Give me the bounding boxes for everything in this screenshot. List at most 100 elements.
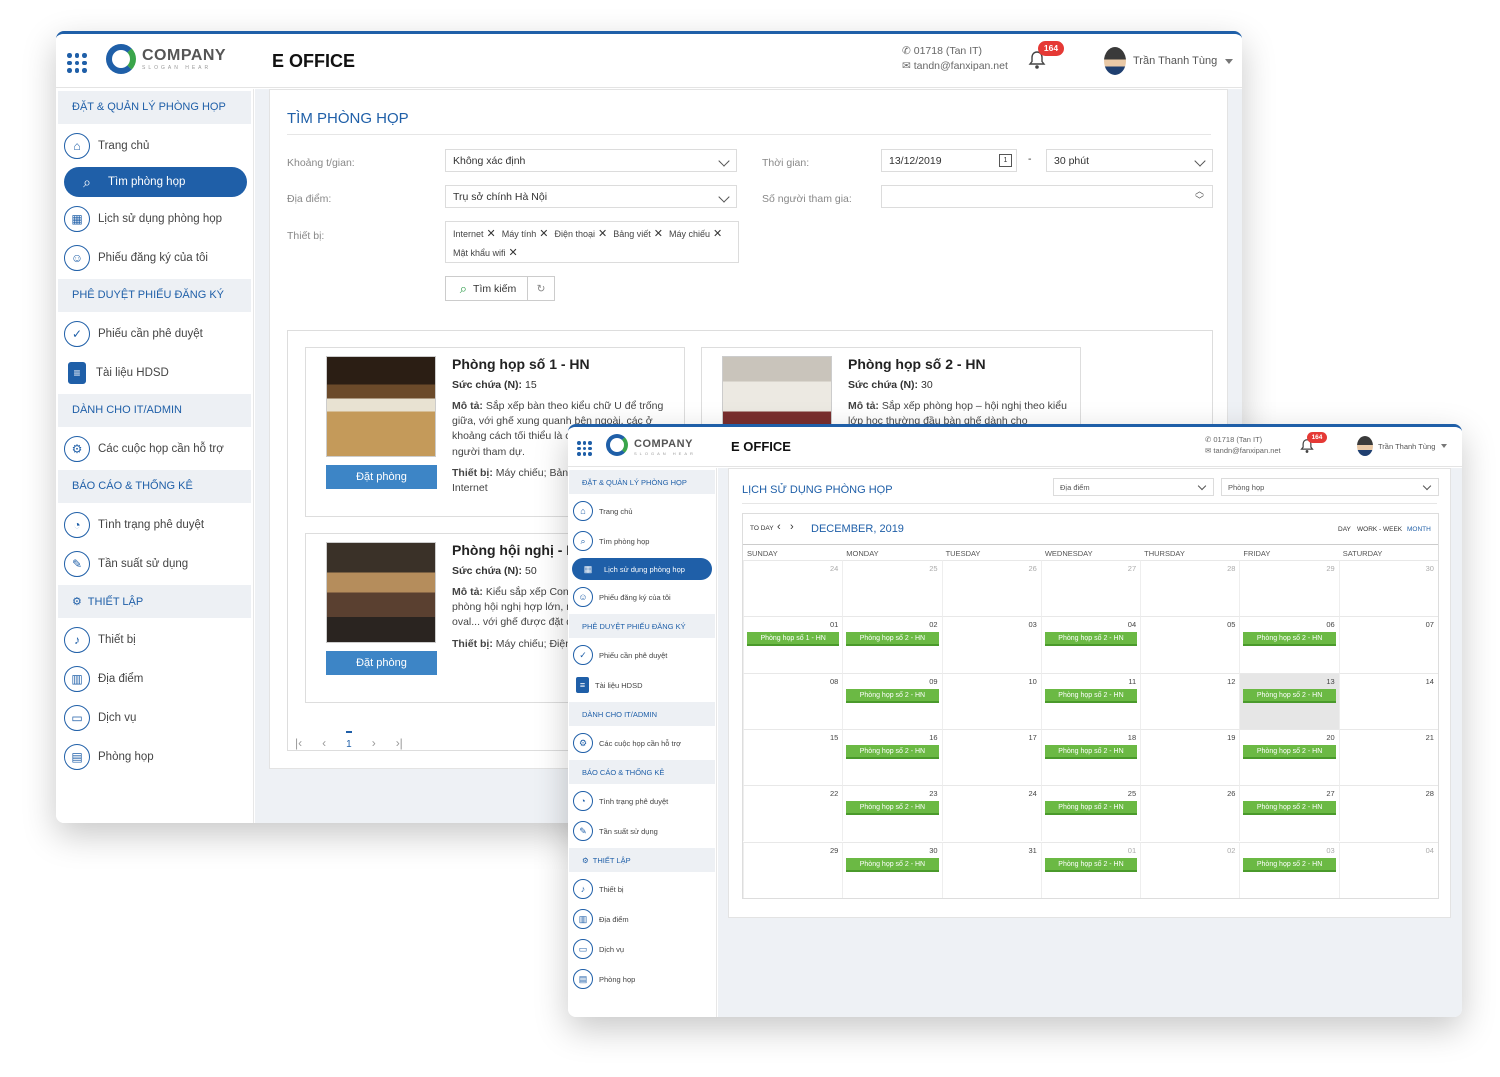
interval-select[interactable]: Không xác định — [445, 149, 737, 172]
day-cell[interactable]: 31 — [941, 841, 1041, 898]
booking-event[interactable]: Phòng họp số 2 - HN — [846, 857, 939, 872]
sidebar-item-find-room[interactable]: ⌕ Tìm phòng họp — [569, 526, 715, 556]
day-cell[interactable]: 02 — [1140, 841, 1240, 898]
remove-tag-icon[interactable]: ✕ — [539, 227, 548, 240]
day-cell[interactable]: 04 Phòng họp số 2 - HN — [1040, 616, 1141, 673]
day-cell[interactable]: 04 — [1338, 841, 1438, 898]
book-room-button[interactable]: Đặt phòng — [326, 651, 437, 675]
booking-event[interactable]: Phòng họp số 2 - HN — [846, 688, 939, 703]
day-cell[interactable]: 21 — [1338, 728, 1438, 786]
last-page-icon[interactable]: ›| — [396, 736, 403, 750]
view-month[interactable]: MONTH — [1407, 526, 1431, 533]
sidebar-item-rooms[interactable]: ▤ Phòng họp — [569, 964, 715, 994]
today-button[interactable]: TO DAY — [750, 525, 774, 532]
day-cell[interactable]: 08 — [743, 672, 843, 729]
day-cell[interactable]: 14 — [1338, 672, 1438, 729]
place-select[interactable]: Trụ sở chính Hà Nội — [445, 185, 737, 208]
day-cell[interactable]: 25 Phòng họp số 2 - HN — [1040, 785, 1141, 842]
sidebar-item-home[interactable]: ⌂ Trang chủ — [569, 496, 715, 526]
sidebar-item-services[interactable]: ▭ Dịch vụ — [569, 934, 715, 964]
day-cell[interactable]: 11 Phòng họp số 2 - HN — [1040, 672, 1141, 729]
day-cell[interactable]: 27 Phòng họp số 2 - HN — [1239, 785, 1339, 842]
remove-tag-icon[interactable]: ✕ — [509, 246, 518, 259]
day-cell[interactable]: 03 Phòng họp số 2 - HN — [1239, 841, 1339, 898]
booking-event[interactable]: Phòng họp số 1 - HN — [747, 632, 840, 647]
date-input[interactable]: 13/12/2019 1 — [881, 149, 1017, 172]
sidebar-item-my-forms[interactable]: ☺ Phiếu đăng ký của tôi — [58, 238, 251, 277]
sidebar-item-locations[interactable]: ▥ Địa điểm — [569, 904, 715, 934]
user-menu[interactable]: Trần Thanh Tùng — [1357, 436, 1448, 456]
day-cell[interactable]: 05 — [1140, 616, 1240, 673]
sidebar-item-support-meetings[interactable]: ⚙ Các cuộc họp cần hỗ trợ — [58, 429, 251, 468]
booking-event[interactable]: Phòng họp số 2 - HN — [1044, 632, 1138, 647]
sidebar-item-devices[interactable]: ♪ Thiết bị — [569, 874, 715, 904]
remove-tag-icon[interactable]: ✕ — [654, 227, 663, 240]
day-cell[interactable]: 22 — [743, 785, 843, 842]
book-room-button[interactable]: Đặt phòng — [326, 465, 437, 489]
next-page-icon[interactable]: › — [372, 736, 376, 750]
sidebar-item-rooms[interactable]: ▤ Phòng họp — [58, 737, 251, 776]
day-cell[interactable]: 15 — [743, 728, 843, 786]
remove-tag-icon[interactable]: ✕ — [487, 227, 496, 240]
booking-event[interactable]: Phòng họp số 2 - HN — [1044, 857, 1138, 872]
booking-event[interactable]: Phòng họp số 2 - HN — [1243, 857, 1336, 872]
booking-event[interactable]: Phòng họp số 2 - HN — [1243, 801, 1336, 816]
duration-select[interactable]: 30 phút — [1046, 149, 1213, 172]
sidebar-item-room-history[interactable]: ▦ Lịch sử dụng phòng họp — [572, 558, 712, 580]
booking-event[interactable]: Phòng họp số 2 - HN — [1044, 688, 1138, 703]
day-cell[interactable]: 24 — [941, 785, 1041, 842]
sidebar-item-support-meetings[interactable]: ⚙ Các cuộc họp cần hỗ trợ — [569, 728, 715, 758]
sidebar-item-usage-frequency[interactable]: ✎ Tần suất sử dụng — [569, 816, 715, 846]
booking-event[interactable]: Phòng họp số 2 - HN — [846, 801, 939, 816]
sidebar-item-devices[interactable]: ♪ Thiết bị — [58, 620, 251, 659]
sidebar-item-pending-approval[interactable]: ✓ Phiếu cần phê duyệt — [58, 314, 251, 353]
sidebar-item-my-forms[interactable]: ☺ Phiếu đăng ký của tôi — [569, 582, 715, 612]
booking-event[interactable]: Phòng họp số 2 - HN — [846, 632, 939, 647]
day-cell[interactable]: 20 Phòng họp số 2 - HN — [1239, 728, 1339, 786]
day-cell[interactable]: 16 Phòng họp số 2 - HN — [842, 728, 942, 786]
place-filter-select[interactable]: Địa điểm — [1053, 478, 1214, 496]
sidebar-item-pending-approval[interactable]: ✓ Phiếu cần phê duyệt — [569, 640, 715, 670]
day-cell[interactable]: 12 — [1140, 672, 1240, 729]
first-page-icon[interactable]: |‹ — [295, 736, 302, 750]
sidebar-item-locations[interactable]: ▥ Địa điểm — [58, 659, 251, 698]
day-cell[interactable]: 26 — [1140, 785, 1240, 842]
equipment-tag-input[interactable]: Internet ✕ Máy tính ✕ Điện thoại ✕ Bảng viết ✕ M… — [445, 221, 739, 263]
day-cell[interactable]: 30 Phòng họp số 2 - HN — [842, 841, 942, 898]
day-cell[interactable]: 17 — [941, 728, 1041, 786]
day-cell[interactable]: 02 Phòng họp số 2 - HN — [842, 616, 942, 673]
sidebar-item-user-guide[interactable]: ≡ Tài liệu HDSD — [58, 353, 251, 392]
day-cell[interactable]: 18 Phòng họp số 2 - HN — [1040, 728, 1141, 786]
view-work-week[interactable]: WORK - WEEK — [1357, 526, 1402, 533]
day-cell[interactable]: 23 Phòng họp số 2 - HN — [842, 785, 942, 842]
apps-grid-icon[interactable] — [577, 441, 592, 456]
day-cell[interactable]: 27 — [1040, 560, 1141, 617]
view-day[interactable]: DAY — [1338, 526, 1351, 533]
day-cell[interactable]: 03 — [941, 616, 1041, 673]
day-cell[interactable]: 28 — [1140, 560, 1240, 617]
calendar-icon[interactable]: 1 — [999, 154, 1012, 167]
day-cell[interactable]: 07 — [1338, 616, 1438, 673]
day-cell[interactable]: 28 — [1338, 785, 1438, 842]
booking-event[interactable]: Phòng họp số 2 - HN — [1044, 801, 1138, 816]
day-cell[interactable]: 29 — [743, 841, 843, 898]
sidebar-item-user-guide[interactable]: ≡ Tài liệu HDSD — [569, 670, 715, 700]
next-month-icon[interactable]: › — [790, 521, 794, 533]
notification-bell-icon[interactable]: 164 — [1300, 432, 1327, 454]
day-cell[interactable]: 06 Phòng họp số 2 - HN — [1239, 616, 1339, 673]
notification-bell-icon[interactable]: 164 — [1028, 41, 1064, 70]
day-cell[interactable]: 25 — [842, 560, 942, 617]
day-cell[interactable]: 19 — [1140, 728, 1240, 786]
day-cell[interactable]: 09 Phòng họp số 2 - HN — [842, 672, 942, 729]
sidebar-item-approval-status[interactable]: ◔ Tình trạng phê duyệt — [58, 505, 251, 544]
prev-month-icon[interactable]: ‹ — [777, 521, 781, 533]
day-cell[interactable]: 13 Phòng họp số 2 - HN — [1239, 672, 1339, 729]
sidebar-item-find-room[interactable]: ⌕ Tìm phòng họp — [64, 167, 247, 197]
booking-event[interactable]: Phòng họp số 2 - HN — [1243, 688, 1336, 703]
page-current[interactable]: 1 — [346, 731, 352, 750]
user-menu[interactable]: Trần Thanh Tùng — [1104, 47, 1234, 75]
day-cell[interactable]: 29 — [1239, 560, 1339, 617]
booking-event[interactable]: Phòng họp số 2 - HN — [1243, 744, 1336, 759]
day-cell[interactable]: 30 — [1338, 560, 1438, 617]
apps-grid-icon[interactable] — [67, 53, 87, 73]
